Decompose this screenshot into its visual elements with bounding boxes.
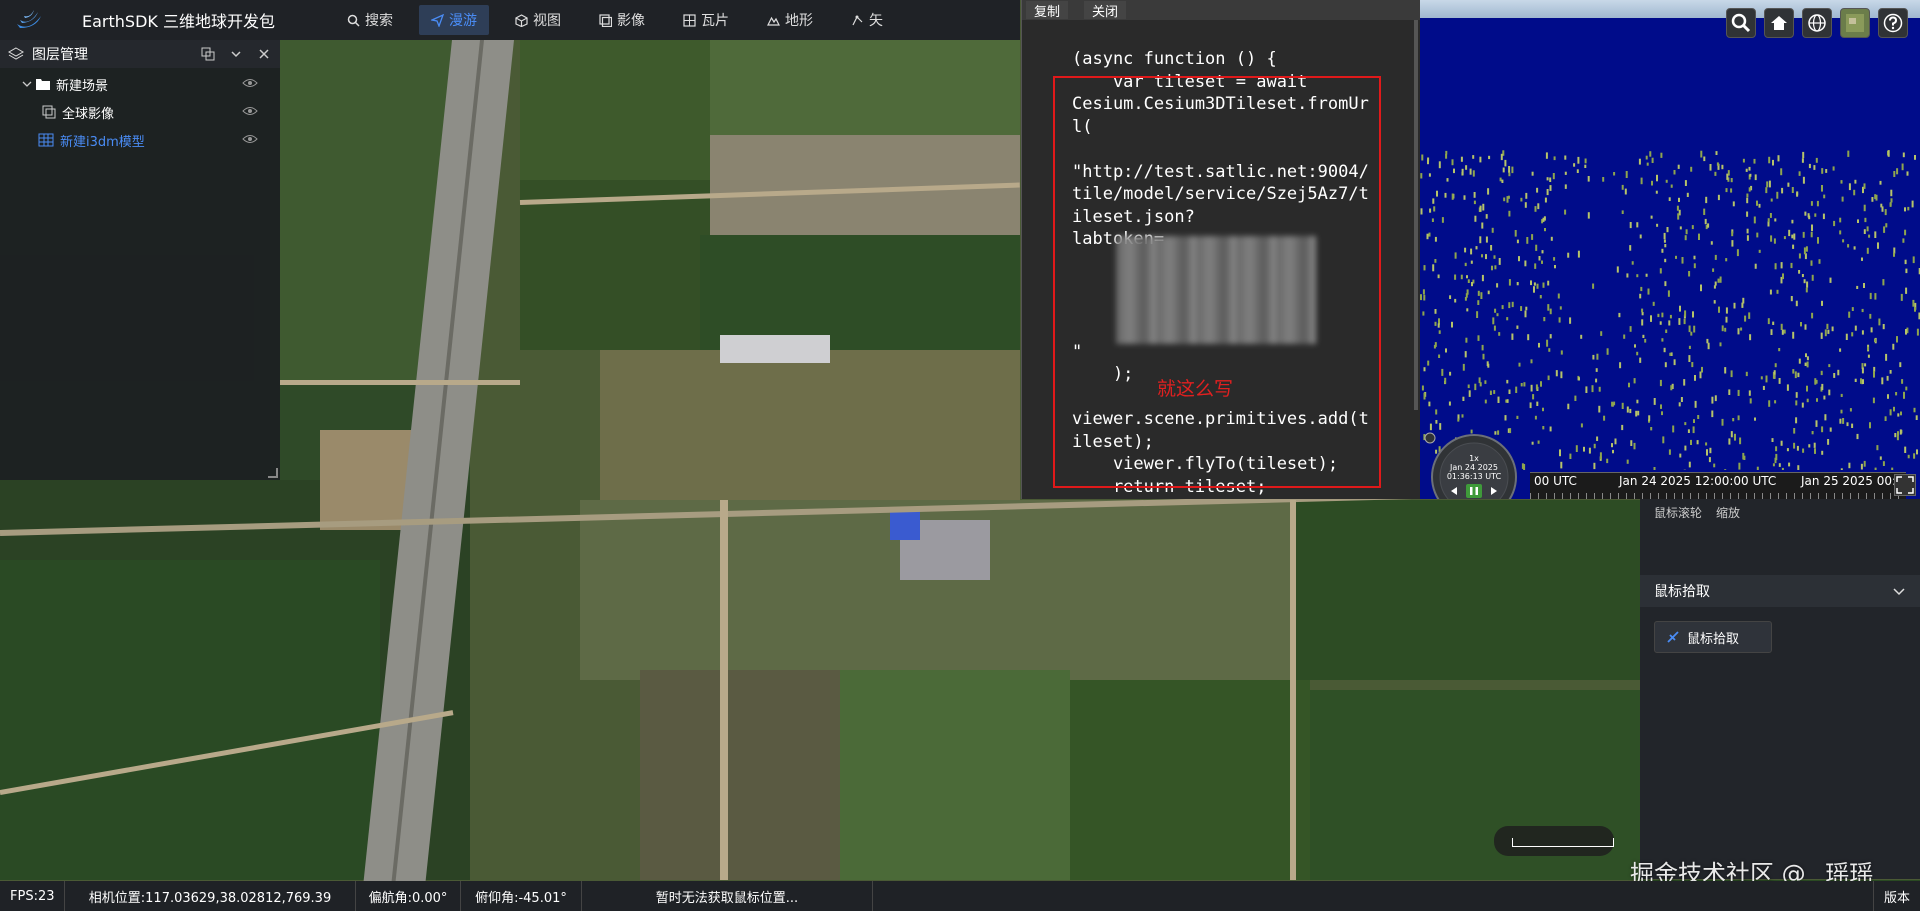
nav-search-label: 搜索 (364, 13, 393, 29)
heading-readout: 偏航角:0.00° (356, 881, 461, 911)
property-tabs: 鼠标滚轮 缩放 (1640, 499, 1920, 525)
cube-icon (515, 13, 528, 27)
play-icon[interactable] (1488, 485, 1500, 497)
camera-position: 相机位置:117.03629,38.02812,769.39 (65, 881, 356, 911)
mouse-pick-button-label: 鼠标拾取 (1687, 631, 1740, 647)
home-icon[interactable] (1764, 8, 1794, 38)
globe-icon[interactable] (1802, 8, 1832, 38)
layer-panel: 图层管理 新建场景 全球影像 新建i3dm模型 (0, 40, 280, 480)
mouse-pick-button[interactable]: 鼠标拾取 (1654, 621, 1772, 653)
tree-item-scene[interactable]: 新建场景 (0, 70, 280, 98)
layer-panel-header: 图层管理 (0, 40, 280, 68)
image-icon (599, 13, 612, 27)
tree-item-global-imagery[interactable]: 全球影像 (0, 98, 280, 126)
terrain-icon (766, 16, 780, 26)
nav-imagery[interactable]: 影像 (587, 5, 657, 35)
section-title: 鼠标拾取 (1654, 584, 1710, 600)
app-title: EarthSDK 三维地球开发包 (82, 12, 275, 31)
layer-panel-title: 图层管理 (32, 47, 88, 63)
visibility-eye-icon[interactable] (242, 133, 258, 145)
nav-roam[interactable]: 漫游 (418, 5, 489, 35)
close-panel-icon[interactable] (256, 46, 272, 62)
add-layer-icon[interactable] (200, 46, 216, 62)
layers-icon[interactable] (1840, 8, 1870, 38)
help-icon[interactable] (1878, 8, 1908, 38)
nav-vector-label: 矢 (868, 13, 883, 29)
pause-icon[interactable] (1466, 484, 1482, 498)
nav-terrain[interactable]: 地形 (755, 5, 825, 35)
nav-view[interactable]: 视图 (503, 5, 573, 35)
mouse-pick-section-header[interactable]: 鼠标拾取 (1640, 575, 1920, 607)
timeline-label: Jan 24 2025 12:00:00 UTC (1619, 474, 1777, 488)
clock-date: Jan 24 2025 (1450, 463, 1498, 472)
model-icon (38, 133, 54, 147)
chevron-down-icon[interactable] (1892, 584, 1906, 598)
tab-zoom[interactable]: 缩放 (1716, 504, 1740, 521)
nav-view-label: 视图 (532, 13, 561, 29)
popup-scrollbar[interactable] (1414, 20, 1418, 410)
tree-item-label: 新建i3dm模型 (60, 134, 145, 150)
pick-icon (1667, 631, 1679, 643)
code-popup: 复制 关闭 (async function () { var tileset =… (1021, 0, 1420, 499)
playback-controls (1448, 484, 1500, 498)
search-icon (347, 14, 360, 27)
send-icon (430, 13, 444, 27)
clock-speed: 1x (1469, 454, 1479, 463)
tree-item-label: 全球影像 (62, 106, 115, 122)
play-reverse-icon[interactable] (1448, 485, 1460, 497)
fps-readout: FPS:23 (0, 881, 65, 911)
property-panel: 鼠标滚轮 缩放 鼠标拾取 鼠标拾取 (1640, 499, 1920, 879)
code-popup-toolbar: 复制 关闭 (1022, 0, 1420, 20)
vector-icon (852, 15, 863, 25)
image-layer-icon (42, 105, 56, 119)
nav-search[interactable]: 搜索 (335, 5, 405, 35)
pitch-readout: 俯仰角:-45.01° (461, 881, 582, 911)
close-button[interactable]: 关闭 (1084, 1, 1127, 20)
highlight-box (1053, 76, 1381, 488)
collapse-chevron-icon[interactable] (228, 46, 244, 62)
tree-item-label: 新建场景 (56, 78, 109, 94)
scale-line (1512, 838, 1614, 847)
cesium-3d-view[interactable]: 1x Jan 24 2025 01:36:13 UTC 00 UTC Jan 2… (1420, 0, 1920, 499)
nav-terrain-label: 地形 (784, 13, 813, 29)
clock-readout: 1x Jan 24 2025 01:36:13 UTC (1424, 454, 1524, 481)
version-button[interactable]: 版本 (1872, 881, 1920, 911)
grid-icon (683, 13, 696, 27)
nav-imagery-label: 影像 (616, 13, 645, 29)
status-bar: FPS:23 相机位置:117.03629,38.02812,769.39 偏航… (0, 881, 1920, 911)
resize-handle[interactable] (268, 468, 278, 478)
copy-button[interactable]: 复制 (1026, 1, 1069, 20)
annotation-text: 就这么写 (1157, 378, 1234, 400)
clock-time: 01:36:13 UTC (1446, 472, 1502, 481)
timeline-label: 00 UTC (1534, 474, 1577, 488)
tree-item-i3dm-model[interactable]: 新建i3dm模型 (0, 126, 280, 154)
fullscreen-icon[interactable] (1894, 474, 1916, 496)
tab-mouse-wheel[interactable]: 鼠标滚轮 (1654, 504, 1702, 521)
tileset-instances (1420, 150, 1920, 470)
expand-chevron-icon[interactable] (22, 79, 32, 89)
top-toolbar: EarthSDK 三维地球开发包 搜索 漫游 视图 影像 瓦片 地形 矢 (0, 0, 1020, 40)
nav-roam-label: 漫游 (448, 13, 477, 29)
search-icon[interactable] (1726, 8, 1756, 38)
nav-tiles-label: 瓦片 (700, 13, 729, 29)
main-nav: 搜索 漫游 视图 影像 瓦片 地形 矢 (335, 0, 895, 40)
nav-vector[interactable]: 矢 (839, 5, 895, 35)
timeline[interactable]: 00 UTC Jan 24 2025 12:00:00 UTC Jan 25 2… (1530, 472, 1911, 499)
distance-scale-bar (1494, 826, 1614, 856)
mouse-position: 暂时无法获取鼠标位置... (582, 881, 873, 911)
earthsdk-logo (14, 8, 44, 32)
animation-widget[interactable]: 1x Jan 24 2025 01:36:13 UTC (1424, 432, 1524, 499)
nav-tiles[interactable]: 瓦片 (671, 5, 741, 35)
visibility-eye-icon[interactable] (242, 105, 258, 117)
layers-icon (8, 47, 24, 60)
folder-icon (36, 79, 50, 90)
visibility-eye-icon[interactable] (242, 77, 258, 89)
